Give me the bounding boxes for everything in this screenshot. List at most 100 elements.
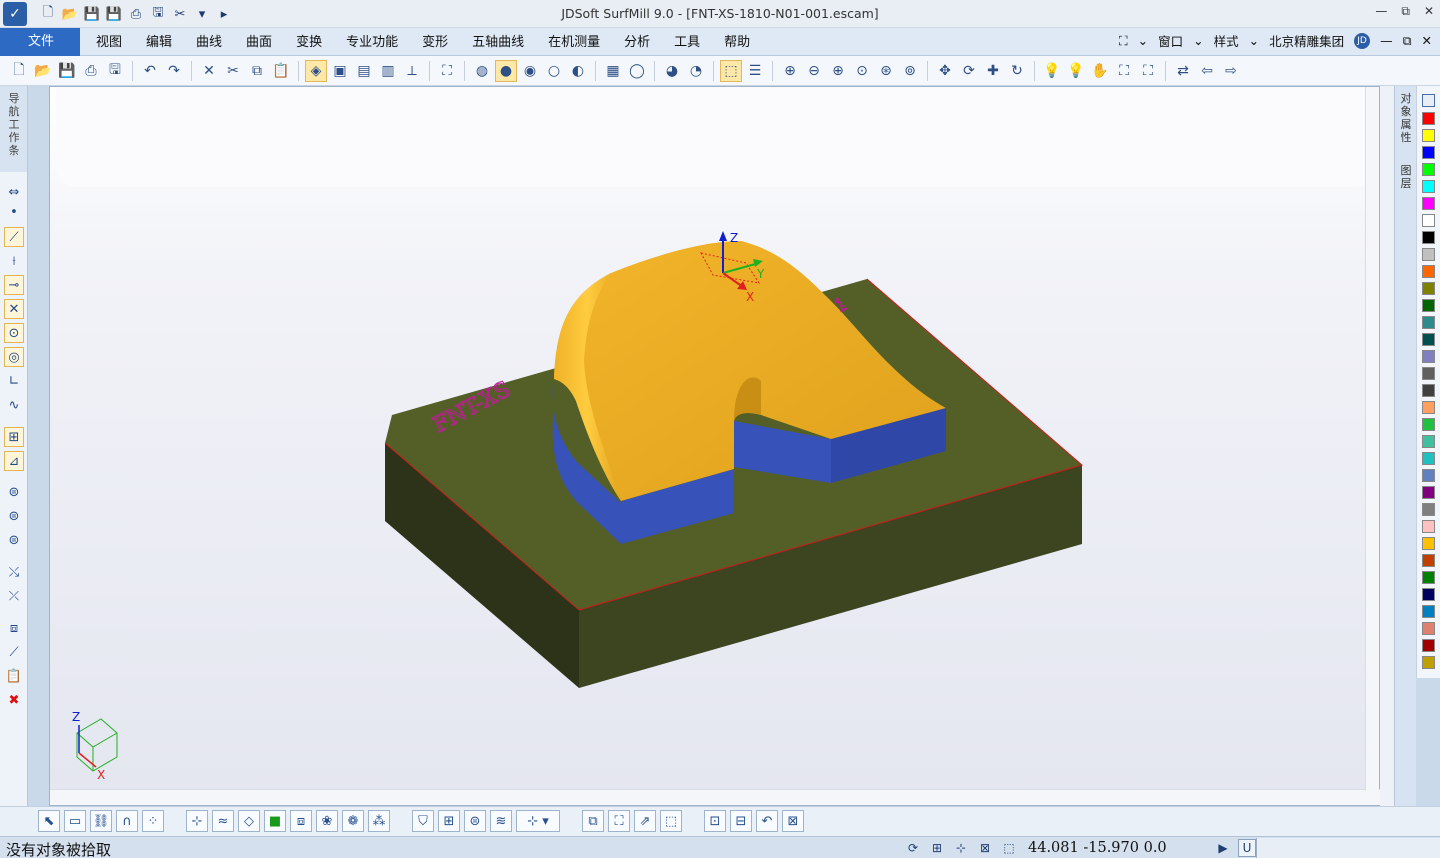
trim-delete-icon[interactable]: ⤫ bbox=[4, 586, 24, 606]
palette-swatch[interactable] bbox=[1422, 435, 1435, 448]
view-triad-icon[interactable] bbox=[76, 718, 118, 772]
clear-select-icon[interactable]: ⊠ bbox=[782, 810, 804, 832]
shaded-sphere-icon[interactable]: ● bbox=[495, 60, 517, 82]
navigation-panel[interactable]: 导航工作条 bbox=[0, 86, 28, 172]
pan-icon[interactable]: ✥ bbox=[934, 60, 956, 82]
copy-icon[interactable]: ⧉ bbox=[246, 60, 268, 82]
snap-all-icon[interactable]: ⁂ bbox=[368, 810, 390, 832]
palette-swatch[interactable] bbox=[1422, 333, 1435, 346]
grid-icon[interactable]: ⊞ bbox=[4, 427, 24, 447]
swap-icon[interactable]: ⇄ bbox=[1172, 60, 1194, 82]
palette-swatch[interactable] bbox=[1422, 367, 1435, 380]
palette-swatch[interactable] bbox=[1422, 197, 1435, 210]
layer-stack-icon[interactable]: ⧈ bbox=[4, 618, 24, 638]
menu-curve[interactable]: 曲线 bbox=[184, 28, 234, 56]
fit-view-icon[interactable]: ⛶ bbox=[1113, 60, 1135, 82]
snap-color-icon[interactable]: ❁ bbox=[342, 810, 364, 832]
zoom-window-icon[interactable]: ⊕ bbox=[779, 60, 801, 82]
properties-icon[interactable]: 📋 bbox=[4, 666, 24, 686]
line-icon[interactable]: ⟋ bbox=[4, 227, 24, 247]
menu-onmachine-measure[interactable]: 在机测量 bbox=[536, 28, 612, 56]
palette-swatch[interactable] bbox=[1422, 350, 1435, 363]
menu-window[interactable]: 窗口 bbox=[1158, 31, 1183, 50]
cube-iso-icon[interactable]: ▤ bbox=[353, 60, 375, 82]
palette-swatch[interactable] bbox=[1422, 486, 1435, 499]
group-icon[interactable]: ⊡ bbox=[704, 810, 726, 832]
palette-swatch[interactable] bbox=[1422, 299, 1435, 312]
palette-swatch[interactable] bbox=[1422, 418, 1435, 431]
menu-special-functions[interactable]: 专业功能 bbox=[334, 28, 410, 56]
select-node-icon[interactable]: ⛶ bbox=[608, 810, 630, 832]
forward-arrow-icon[interactable]: ⇨ bbox=[1220, 60, 1242, 82]
chevron-down-icon[interactable]: ⌄ bbox=[1249, 33, 1259, 48]
fullscreen-icon[interactable]: ⛶ bbox=[1119, 33, 1128, 49]
3d-viewport[interactable]: FNT-XS 1 Z Y X Z X bbox=[49, 86, 1381, 807]
surface-b-icon[interactable]: ⊜ bbox=[4, 506, 24, 526]
select-export-icon[interactable]: ⇗ bbox=[634, 810, 656, 832]
layers-icon[interactable]: ▦ bbox=[602, 60, 624, 82]
doc-minimize-button[interactable]: — bbox=[1380, 33, 1393, 48]
palette-swatch[interactable] bbox=[1422, 401, 1435, 414]
curve-select-icon[interactable]: ∩ bbox=[116, 810, 138, 832]
snap-group-icon[interactable]: ❀ bbox=[316, 810, 338, 832]
tangent-line-icon[interactable]: ⟊ bbox=[4, 251, 24, 271]
palette-swatch[interactable] bbox=[1422, 537, 1435, 550]
filter-stack-icon[interactable]: ≋ bbox=[490, 810, 512, 832]
palette-swatch[interactable] bbox=[1422, 129, 1435, 142]
cube-front-icon[interactable]: ▣ bbox=[329, 60, 351, 82]
trim-icon[interactable]: ⤯ bbox=[4, 562, 24, 582]
palette-swatch[interactable] bbox=[1422, 571, 1435, 584]
palette-swatch[interactable] bbox=[1422, 554, 1435, 567]
palette-swatch[interactable] bbox=[1422, 112, 1435, 125]
filter-surface-icon[interactable]: ⊜ bbox=[464, 810, 486, 832]
circle-icon[interactable]: ⊙ bbox=[4, 323, 24, 343]
palette-swatch[interactable] bbox=[1422, 282, 1435, 295]
list-icon[interactable]: ☰ bbox=[744, 60, 766, 82]
menu-tools[interactable]: 工具 bbox=[662, 28, 712, 56]
cut-icon[interactable]: ✂ bbox=[222, 60, 244, 82]
new-icon[interactable]: 🗋 bbox=[8, 60, 30, 82]
model-scene[interactable]: FNT-XS 1 Z Y X Z X bbox=[50, 87, 1381, 807]
snap-object-icon[interactable]: ⧈ bbox=[290, 810, 312, 832]
layer-filter-icon[interactable]: ⛉ bbox=[412, 810, 434, 832]
palette-settings-icon[interactable] bbox=[1422, 94, 1435, 107]
zoom-dynamic-icon[interactable]: ⊚ bbox=[899, 60, 921, 82]
move-view-icon[interactable]: ✚ bbox=[982, 60, 1004, 82]
open-icon[interactable]: 📂 bbox=[32, 60, 54, 82]
palette-swatch[interactable] bbox=[1422, 163, 1435, 176]
snap-solid-icon[interactable]: ■ bbox=[264, 810, 286, 832]
delete-x-icon[interactable]: ✖ bbox=[4, 690, 24, 710]
zoom-in-icon[interactable]: ⊕ bbox=[827, 60, 849, 82]
filter-add-icon[interactable]: ⊞ bbox=[438, 810, 460, 832]
layers-tab[interactable]: 图层 bbox=[1398, 164, 1414, 190]
zoom-all-icon[interactable]: ⊛ bbox=[875, 60, 897, 82]
fit-select-icon[interactable]: ⛶ bbox=[1137, 60, 1159, 82]
snap-grid-icon[interactable]: ⊞ bbox=[928, 839, 946, 857]
sphere-outline-icon[interactable]: ◯ bbox=[626, 60, 648, 82]
palette-swatch[interactable] bbox=[1422, 622, 1435, 635]
paste-icon[interactable]: 📋 bbox=[270, 60, 292, 82]
spin-icon[interactable]: ↻ bbox=[1006, 60, 1028, 82]
graph-icon[interactable]: ⊿ bbox=[4, 451, 24, 471]
point-icon[interactable]: • bbox=[4, 202, 24, 222]
save-icon[interactable]: 💾 bbox=[56, 60, 78, 82]
palette-swatch[interactable] bbox=[1422, 469, 1435, 482]
refresh-icon[interactable]: ⟳ bbox=[904, 839, 922, 857]
chevron-down-icon[interactable]: ⌄ bbox=[1138, 33, 1148, 48]
palette-swatch[interactable] bbox=[1422, 605, 1435, 618]
menu-analysis[interactable]: 分析 bbox=[612, 28, 662, 56]
vertical-scrollbar[interactable] bbox=[1365, 87, 1379, 791]
palette-swatch[interactable] bbox=[1422, 214, 1435, 227]
object-properties-tab[interactable]: 对象属性 bbox=[1398, 92, 1414, 144]
zoom-out-icon[interactable]: ⊖ bbox=[803, 60, 825, 82]
snap-curve-icon[interactable]: ≈ bbox=[212, 810, 234, 832]
restore-button[interactable]: ⧉ bbox=[1401, 4, 1410, 19]
light-blue-icon[interactable]: 💡 bbox=[1041, 60, 1063, 82]
palette-swatch[interactable] bbox=[1422, 520, 1435, 533]
palette-swatch[interactable] bbox=[1422, 180, 1435, 193]
palette-swatch[interactable] bbox=[1422, 384, 1435, 397]
point-select-icon[interactable]: ⁘ bbox=[142, 810, 164, 832]
menu-style[interactable]: 样式 bbox=[1214, 31, 1239, 50]
coords-mode-icon[interactable]: ⬚ bbox=[1000, 839, 1018, 857]
palette-swatch[interactable] bbox=[1422, 146, 1435, 159]
